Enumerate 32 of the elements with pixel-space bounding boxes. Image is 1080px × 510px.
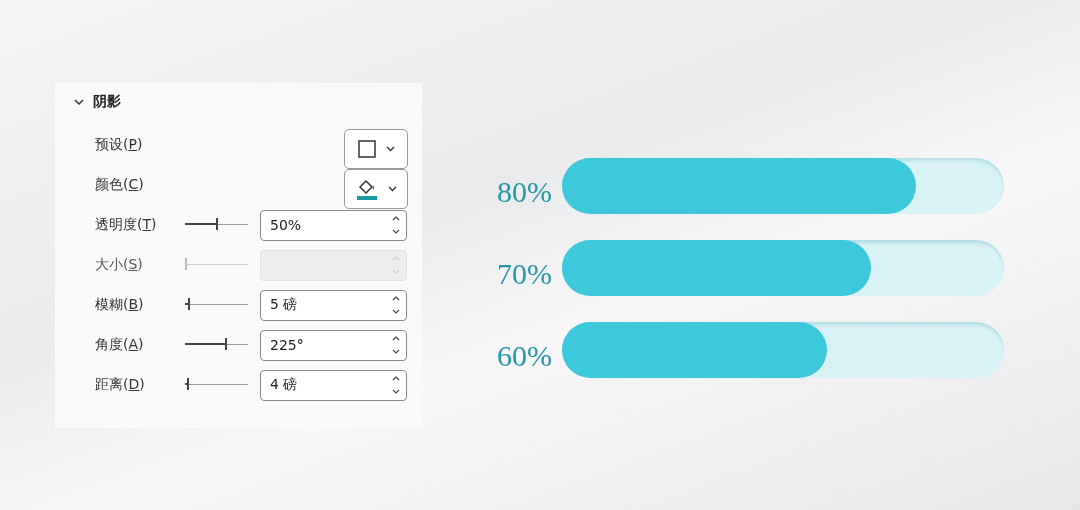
spin-field[interactable]: 5 磅 [260,289,407,321]
spin-field[interactable]: 4 磅 [260,369,407,401]
slider[interactable] [185,218,248,232]
paint-bucket-icon [355,177,378,201]
slider[interactable] [185,258,248,272]
caret-icon [385,146,395,152]
color-dropdown[interactable] [344,169,408,209]
spin-arrows-icon [392,215,400,235]
percent-label: 70% [496,256,552,291]
slider[interactable] [185,298,248,312]
percent-label: 80% [496,174,552,209]
field-label: 距离(D) [95,376,146,394]
field-label: 透明度(T) [95,216,158,234]
field-label: 颜色(C) [95,176,145,194]
field-label: 角度(A) [95,336,145,354]
chevron-icon[interactable] [73,96,85,108]
spin-arrows-icon [392,255,400,275]
section-title: 阴影 [93,93,121,111]
spin-arrows-icon [392,295,400,315]
percent-label: 60% [496,338,552,373]
square-icon [357,140,376,158]
spin-field[interactable]: 50% [260,209,407,241]
slider[interactable] [185,338,248,352]
spin-arrows-icon [392,335,400,355]
preset-dropdown[interactable] [344,129,408,169]
field-label: 模糊(B) [95,296,145,314]
spin-arrows-icon [392,375,400,395]
slider[interactable] [185,378,248,392]
caret-icon [387,186,397,192]
field-label: 预设(P) [95,136,144,154]
field-label: 大小(S) [95,256,144,274]
spin-field[interactable]: 225° [260,329,407,361]
